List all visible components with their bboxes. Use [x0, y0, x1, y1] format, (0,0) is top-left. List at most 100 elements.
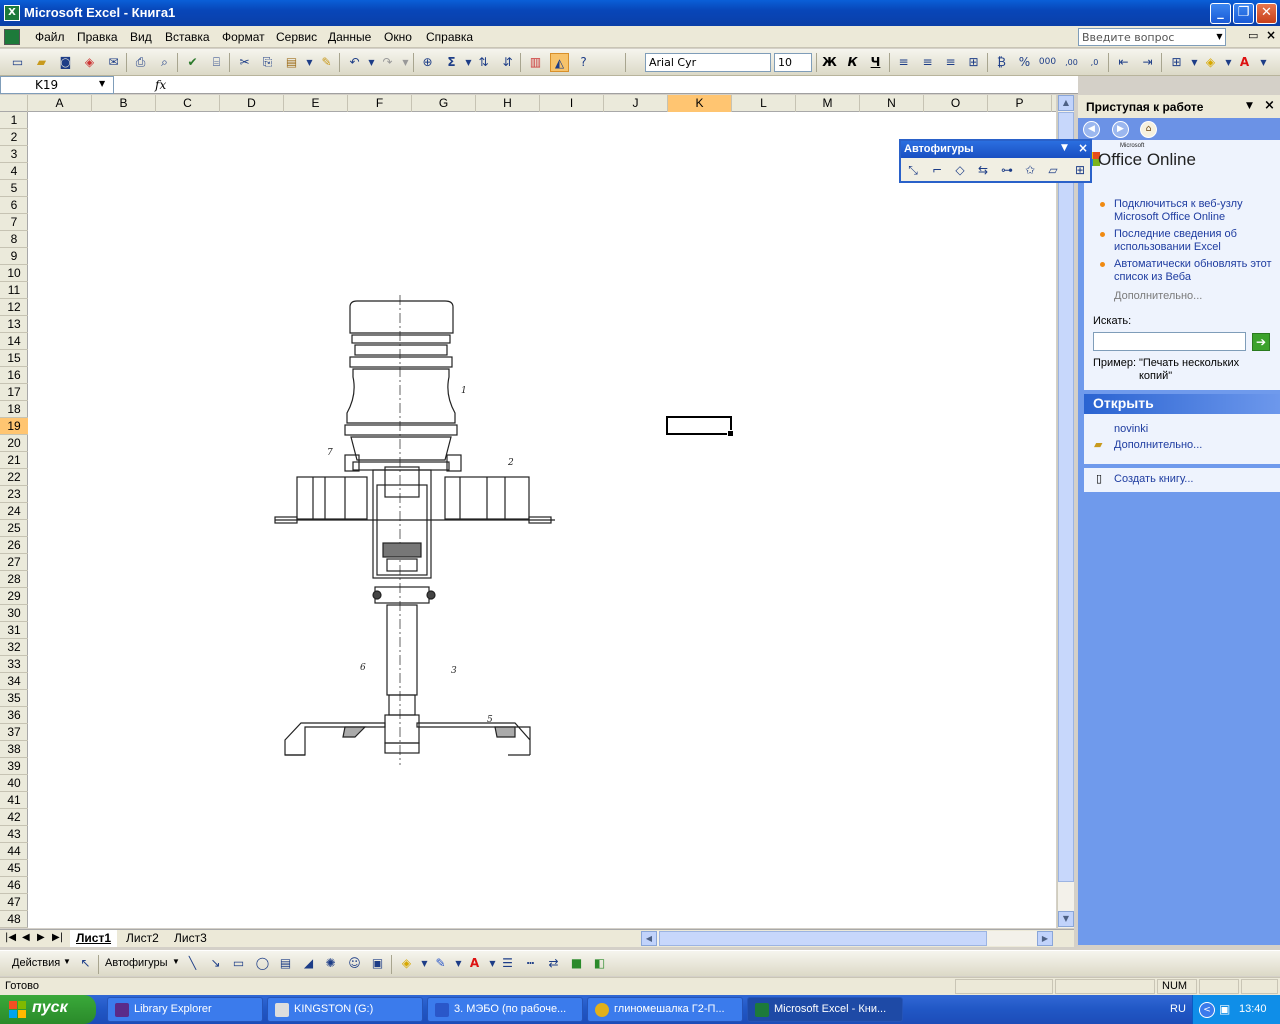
create-workbook-link[interactable]: Создать книгу... — [1114, 473, 1274, 486]
arrow-icon[interactable]: ↘ — [206, 954, 225, 973]
row-header[interactable]: 35 — [0, 690, 28, 707]
scroll-up-icon[interactable]: ▲ — [1058, 95, 1074, 111]
autoshapes-close-icon[interactable]: × — [1078, 141, 1088, 155]
column-header[interactable]: A — [28, 95, 92, 112]
row-header-selected[interactable]: 19 — [0, 418, 28, 435]
taskbar-item-word[interactable]: 3. МЭБО (по рабоче... — [427, 997, 583, 1022]
next-sheet-icon[interactable]: ▶ — [37, 932, 45, 943]
merge-center-icon[interactable]: ⊞ — [964, 53, 983, 72]
prev-sheet-icon[interactable]: ◀ — [22, 932, 30, 943]
increase-indent-icon[interactable]: ⇥ — [1138, 53, 1157, 72]
row-header[interactable]: 16 — [0, 367, 28, 384]
row-header[interactable]: 18 — [0, 401, 28, 418]
arrow-style-icon[interactable]: ⇄ — [544, 954, 563, 973]
row-header[interactable]: 41 — [0, 792, 28, 809]
row-header[interactable]: 17 — [0, 384, 28, 401]
textbox-icon[interactable]: ▤ — [276, 954, 295, 973]
row-header[interactable]: 24 — [0, 503, 28, 520]
basic-shapes-icon[interactable]: ◇ — [950, 161, 970, 180]
print-icon[interactable]: ⎙ — [131, 53, 150, 72]
copy-icon[interactable]: ⎘ — [258, 53, 277, 72]
row-header[interactable]: 42 — [0, 809, 28, 826]
column-header[interactable]: N — [860, 95, 924, 112]
vertical-scroll-thumb[interactable] — [1058, 112, 1074, 882]
row-header[interactable]: 15 — [0, 350, 28, 367]
menu-insert[interactable]: Вставка — [165, 30, 210, 44]
row-header[interactable]: 43 — [0, 826, 28, 843]
row-header[interactable]: 21 — [0, 452, 28, 469]
row-header[interactable]: 6 — [0, 197, 28, 214]
name-box-dropdown-icon[interactable]: ▼ — [99, 79, 105, 88]
line-color-icon[interactable]: ✎ — [431, 954, 450, 973]
decrease-indent-icon[interactable]: ⇤ — [1114, 53, 1133, 72]
row-header[interactable]: 45 — [0, 860, 28, 877]
fill-color-icon[interactable]: ◈ — [1201, 53, 1220, 72]
column-header[interactable]: M — [796, 95, 860, 112]
row-header[interactable]: 14 — [0, 333, 28, 350]
email-icon[interactable]: ✉ — [104, 53, 123, 72]
row-header[interactable]: 30 — [0, 605, 28, 622]
row-header[interactable]: 22 — [0, 469, 28, 486]
comma-style-icon[interactable]: 000 — [1038, 53, 1057, 72]
row-header[interactable]: 12 — [0, 299, 28, 316]
actions-menu[interactable]: Действия — [12, 957, 60, 969]
row-header[interactable]: 47 — [0, 894, 28, 911]
language-indicator[interactable]: RU — [1170, 1003, 1186, 1015]
workbook-icon[interactable] — [4, 29, 20, 45]
column-header[interactable]: L — [732, 95, 796, 112]
tray-app-icon[interactable]: ▣ — [1219, 1002, 1230, 1016]
sheet-tab-2[interactable]: Лист2 — [120, 930, 165, 947]
drawing-icon[interactable]: ◭ — [550, 53, 569, 72]
link-office-online[interactable]: Подключиться к веб-узлу Microsoft Office… — [1114, 198, 1274, 224]
ask-dropdown-icon[interactable]: ▼ — [1214, 29, 1225, 45]
menu-file[interactable]: Файл — [35, 30, 65, 44]
column-header[interactable]: G — [412, 95, 476, 112]
back-icon[interactable]: ◀ — [1083, 121, 1100, 138]
align-center-icon[interactable]: ≡ — [918, 53, 937, 72]
row-header[interactable]: 36 — [0, 707, 28, 724]
column-header[interactable]: D — [220, 95, 284, 112]
row-header[interactable]: 44 — [0, 843, 28, 860]
menu-help[interactable]: Справка — [426, 30, 473, 44]
fx-icon[interactable]: fx — [155, 78, 166, 92]
bold-button[interactable]: Ж — [820, 53, 839, 72]
row-header[interactable]: 38 — [0, 741, 28, 758]
taskbar-item-library-explorer[interactable]: Library Explorer — [107, 997, 263, 1022]
close-button[interactable]: ✕ — [1256, 3, 1277, 24]
draw-fill-color-icon[interactable]: ◈ — [397, 954, 416, 973]
line-icon[interactable]: ╲ — [183, 954, 202, 973]
row-header[interactable]: 23 — [0, 486, 28, 503]
row-header[interactable]: 13 — [0, 316, 28, 333]
search-go-button[interactable]: ➔ — [1252, 333, 1270, 351]
home-icon[interactable]: ⌂ — [1140, 121, 1157, 138]
open-icon[interactable]: ▰ — [32, 53, 51, 72]
menu-format[interactable]: Формат — [222, 30, 265, 44]
autoshapes-menu-icon[interactable]: ▼ — [1061, 143, 1068, 153]
actions-dropdown-icon[interactable]: ▼ — [63, 957, 71, 966]
save-icon[interactable]: ◙ — [56, 53, 75, 72]
rectangle-icon[interactable]: ▭ — [229, 954, 248, 973]
redo-icon[interactable]: ↷ — [378, 53, 397, 72]
column-header[interactable]: I — [540, 95, 604, 112]
row-header[interactable]: 8 — [0, 231, 28, 248]
line-style-icon[interactable]: ☰ — [498, 954, 517, 973]
row-header[interactable]: 2 — [0, 129, 28, 146]
3d-style-icon[interactable]: ◧ — [590, 954, 609, 973]
menu-edit[interactable]: Правка — [77, 30, 118, 44]
forward-icon[interactable]: ▶ — [1112, 121, 1129, 138]
column-header[interactable]: B — [92, 95, 156, 112]
row-header[interactable]: 28 — [0, 571, 28, 588]
row-header[interactable]: 11 — [0, 282, 28, 299]
technical-drawing-image[interactable]: 1 2 3 4 5 6 7 — [265, 295, 565, 770]
row-header[interactable]: 4 — [0, 163, 28, 180]
task-pane-menu-icon[interactable]: ▼ — [1246, 101, 1253, 111]
dash-style-icon[interactable]: ┅ — [521, 954, 540, 973]
row-header[interactable]: 26 — [0, 537, 28, 554]
callouts-icon[interactable]: ▱ — [1043, 161, 1063, 180]
row-header[interactable]: 34 — [0, 673, 28, 690]
row-header[interactable]: 40 — [0, 775, 28, 792]
column-header[interactable]: P — [988, 95, 1052, 112]
sheet-tab-3[interactable]: Лист3 — [168, 930, 213, 947]
task-pane-close-icon[interactable]: × — [1264, 98, 1275, 113]
research-icon[interactable]: ⌸ — [207, 53, 226, 72]
